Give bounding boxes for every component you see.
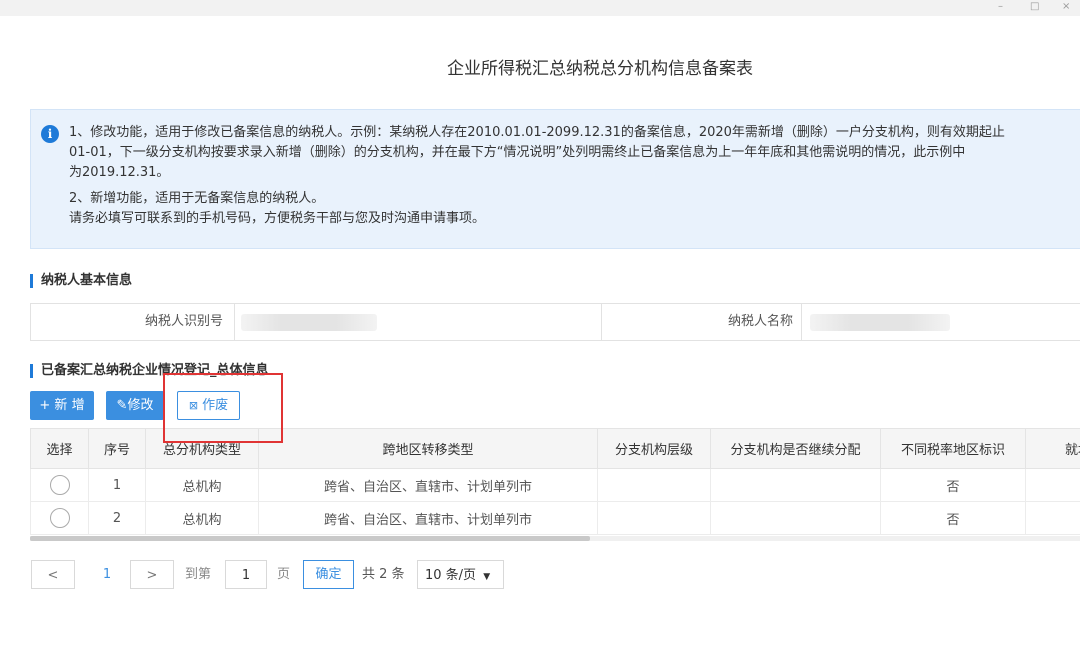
scrollbar-thumb[interactable] [30, 536, 590, 541]
notice-line-3: 为2019.12.31。 [69, 165, 170, 180]
add-button[interactable]: + 新 增 [30, 391, 94, 420]
prev-page-button[interactable]: < [31, 560, 75, 589]
row-seq: 1 [88, 468, 146, 502]
maximize-icon[interactable]: □ [1030, 1, 1039, 12]
col-local: 就地 [1025, 428, 1080, 469]
total-count: 共 2 条 [362, 567, 405, 582]
records-section-title: 已备案汇总纳税企业情况登记_总体信息 [30, 364, 269, 378]
row-radio[interactable] [49, 508, 70, 528]
row-branch-level [597, 468, 711, 502]
row-continue-alloc [710, 468, 881, 502]
table-horizontal-scrollbar[interactable] [30, 536, 1080, 541]
notice-panel: i 1、修改功能，适用于修改已备案信息的纳税人。示例：某纳税人存在2010.01… [30, 109, 1080, 249]
page-size-select[interactable]: 10 条/页 ▼ [417, 560, 504, 589]
chevron-left-icon: < [47, 568, 59, 583]
col-transfer-type: 跨地区转移类型 [258, 428, 598, 469]
taxpayer-info-row: 纳税人识别号 纳税人名称 [30, 303, 1080, 341]
row-rate-flag: 否 [880, 468, 1026, 502]
taxpayer-id-label: 纳税人识别号 [31, 304, 231, 340]
goto-label: 到第 [185, 567, 212, 582]
row-continue-alloc [710, 501, 881, 535]
col-org-type: 总分机构类型 [145, 428, 259, 469]
table-row[interactable]: 1 总机构 跨省、自治区、直辖市、计划单列市 否 [30, 468, 1080, 502]
edit-button[interactable]: ✎修改 [106, 391, 164, 420]
table-header-row: 选择 序号 总分机构类型 跨地区转移类型 分支机构层级 分支机构是否继续分配 不… [30, 428, 1080, 469]
minimize-icon[interactable]: – [998, 1, 1003, 12]
confirm-button[interactable]: 确定 [303, 560, 354, 589]
row-transfer-type: 跨省、自治区、直辖市、计划单列市 [258, 501, 598, 535]
info-icon: i [41, 125, 59, 143]
row-branch-level [597, 501, 711, 535]
taxpayer-name-redacted [810, 314, 950, 331]
col-rate-flag: 不同税率地区标识 [880, 428, 1026, 469]
col-select: 选择 [30, 428, 89, 469]
chevron-right-icon: > [146, 568, 158, 583]
notice-line-4: 2、新增功能，适用于无备案信息的纳税人。 [69, 191, 325, 206]
row-org-type: 总机构 [145, 501, 259, 535]
void-button[interactable]: ⊠ 作废 [177, 391, 240, 420]
taxpayer-id-redacted [241, 314, 377, 331]
notice-line-1: 1、修改功能，适用于修改已备案信息的纳税人。示例：某纳税人存在2010.01.0… [69, 125, 1005, 140]
row-radio[interactable] [49, 475, 70, 495]
window-titlebar: – □ × [0, 0, 1080, 16]
page-size-value: 10 条/页 [425, 568, 477, 583]
void-button-label: 作废 [202, 398, 229, 413]
notice-line-5: 请务必填写可联系到的手机号码，方便税务干部与您及时沟通申请事项。 [69, 211, 486, 226]
row-transfer-type: 跨省、自治区、直辖市、计划单列市 [258, 468, 598, 502]
close-icon[interactable]: × [1062, 1, 1070, 12]
row-local [1025, 501, 1080, 535]
taxpayer-id-field[interactable] [234, 304, 600, 340]
col-branch-level: 分支机构层级 [597, 428, 711, 469]
col-continue-alloc: 分支机构是否继续分配 [710, 428, 881, 469]
col-seq: 序号 [88, 428, 146, 469]
chevron-down-icon: ▼ [483, 572, 491, 582]
next-page-button[interactable]: > [130, 560, 174, 589]
edit-button-label: 修改 [127, 398, 154, 413]
taxpayer-section-title: 纳税人基本信息 [30, 274, 132, 288]
row-seq: 2 [88, 501, 146, 535]
table-row[interactable]: 2 总机构 跨省、自治区、直辖市、计划单列市 否 [30, 501, 1080, 535]
row-rate-flag: 否 [880, 501, 1026, 535]
row-select-cell [30, 501, 89, 535]
page-title: 企业所得税汇总纳税总分机构信息备案表 [447, 59, 753, 79]
row-org-type: 总机构 [145, 468, 259, 502]
row-local [1025, 468, 1080, 502]
goto-page-input[interactable]: 1 [225, 560, 267, 589]
notice-line-2: 01-01，下一级分支机构按要求录入新增（删除）的分支机构，并在最下方“情况说明… [69, 145, 966, 160]
taxpayer-name-field[interactable] [801, 304, 1080, 340]
current-page-number[interactable]: 1 [100, 560, 114, 589]
row-select-cell [30, 468, 89, 502]
records-table: 选择 序号 总分机构类型 跨地区转移类型 分支机构层级 分支机构是否继续分配 不… [30, 428, 1080, 535]
void-icon: ⊠ [188, 399, 199, 412]
page-unit-label: 页 [277, 567, 291, 582]
pencil-icon: ✎ [116, 398, 128, 413]
taxpayer-name-label: 纳税人名称 [601, 304, 801, 340]
